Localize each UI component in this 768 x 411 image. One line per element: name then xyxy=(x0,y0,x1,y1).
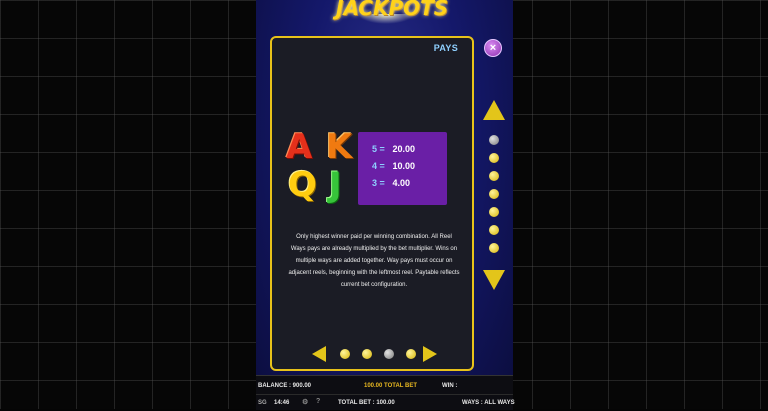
symbol-j: J xyxy=(329,165,342,205)
scroll-dot[interactable] xyxy=(489,225,499,235)
total-bet-display: 100.00 TOTAL BET xyxy=(364,383,418,389)
arrow-up-icon[interactable] xyxy=(483,100,505,120)
payout-row: 4 = 10.00 xyxy=(372,161,415,171)
clock: 14:46 xyxy=(274,400,290,406)
rules-text: Only highest winner paid per winning com… xyxy=(288,234,460,288)
status-bar: BALANCE : 900.00 100.00 TOTAL BET WIN : … xyxy=(256,375,515,411)
total-bet-label: TOTAL BET : 100.00 xyxy=(338,400,395,406)
help-icon[interactable]: ? xyxy=(316,398,320,405)
scroll-dot[interactable] xyxy=(489,171,499,181)
gear-icon[interactable]: ⚙ xyxy=(302,398,308,406)
symbol-group: A K Q J xyxy=(286,130,366,210)
balance-label: BALANCE : 900.00 xyxy=(258,383,312,389)
scroll-dot[interactable] xyxy=(489,153,499,163)
status-row-bottom: SG 14:46 ⚙ ? TOTAL BET : 100.00 WAYS : A… xyxy=(256,394,515,411)
payout-row: 3 = 4.00 xyxy=(372,178,410,188)
brand-logo: SG xyxy=(258,400,267,406)
payout-value: 10.00 xyxy=(392,161,416,171)
vertical-scroller xyxy=(483,100,505,290)
scroll-dot[interactable] xyxy=(489,189,499,199)
symbol-q: Q xyxy=(288,165,317,205)
payout-row: 5 = 20.00 xyxy=(372,144,415,154)
close-icon: × xyxy=(489,41,497,54)
page-title: PAYS xyxy=(433,43,458,53)
payout-count: 5 = xyxy=(372,144,385,154)
scroll-dot[interactable] xyxy=(489,243,499,253)
payout-table: 5 = 20.00 4 = 10.00 3 = 4.00 xyxy=(358,132,447,205)
status-row-top: BALANCE : 900.00 100.00 TOTAL BET WIN : xyxy=(256,378,513,394)
payout-value: 20.00 xyxy=(392,144,416,154)
paytable-panel: PAYS A K Q J 5 = 20.00 4 = 10.00 3 = 4.0… xyxy=(270,36,474,371)
win-label: WIN : xyxy=(442,383,458,389)
page-dot-active[interactable] xyxy=(384,349,394,359)
symbol-a: A xyxy=(286,127,313,167)
page-dot[interactable] xyxy=(340,349,350,359)
payout-value: 4.00 xyxy=(392,178,411,188)
page-dot[interactable] xyxy=(406,349,416,359)
arrow-left-icon[interactable] xyxy=(312,346,326,362)
close-button[interactable]: × xyxy=(484,39,502,57)
game-logo: JACKPOTS xyxy=(336,0,449,20)
scroll-dot[interactable] xyxy=(489,207,499,217)
page-dot[interactable] xyxy=(362,349,372,359)
symbol-k: K xyxy=(326,127,353,167)
game-panel: JACKPOTS PAYS A K Q J 5 = 20.00 4 = 10.0… xyxy=(256,0,513,409)
arrow-down-icon[interactable] xyxy=(483,270,505,290)
arrow-right-icon[interactable] xyxy=(423,346,437,362)
ways-label: WAYS : ALL WAYS xyxy=(462,400,515,406)
scroll-dot-active[interactable] xyxy=(489,135,499,145)
page-navigator xyxy=(312,343,437,363)
payout-count: 3 = xyxy=(372,178,385,188)
payout-count: 4 = xyxy=(372,161,385,171)
